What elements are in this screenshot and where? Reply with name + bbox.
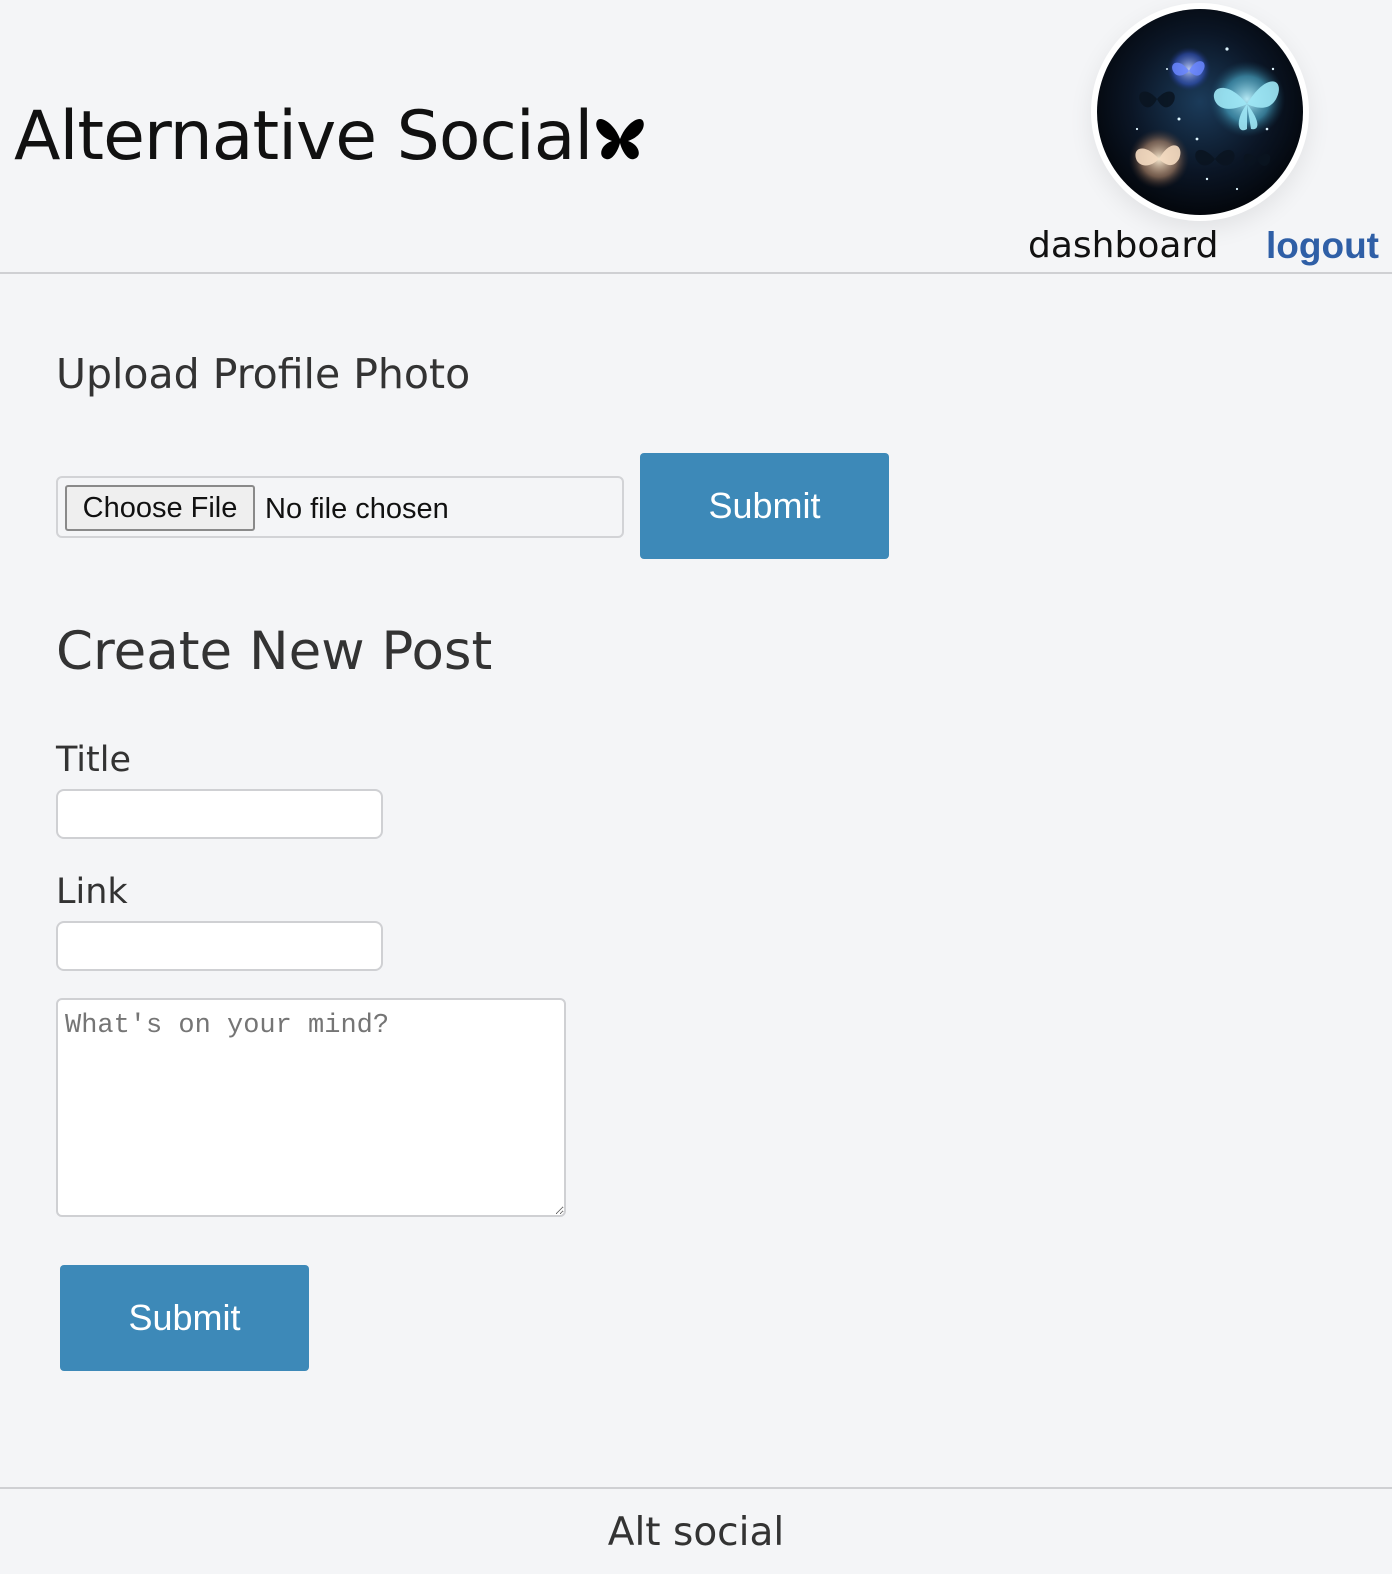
post-body-textarea[interactable] <box>56 998 566 1217</box>
site-title: Alternative Social <box>14 92 646 182</box>
footer-text: Alt social <box>607 1510 785 1555</box>
site-title-text: Alternative Social <box>14 97 593 176</box>
create-post-submit-button[interactable]: Submit <box>60 1265 309 1371</box>
title-label: Title <box>56 740 132 780</box>
upload-photo-heading: Upload Profile Photo <box>56 350 471 398</box>
profile-photo-file-input[interactable]: Choose File No file chosen <box>56 476 624 538</box>
link-input[interactable] <box>56 921 383 971</box>
choose-file-button[interactable]: Choose File <box>65 485 255 531</box>
nav-dashboard-link[interactable]: dashboard <box>1028 222 1218 270</box>
site-header: Alternative Social dashboard logout <box>0 0 1392 274</box>
butterfly-avatar-art <box>1129 47 1285 191</box>
site-footer: Alt social <box>0 1487 1392 1574</box>
nav-logout-link[interactable]: logout <box>1266 222 1379 270</box>
file-status-text: No file chosen <box>265 493 449 525</box>
avatar-image <box>1097 9 1303 215</box>
top-nav: dashboard logout <box>1020 222 1392 270</box>
upload-photo-submit-button[interactable]: Submit <box>640 453 889 559</box>
avatar[interactable] <box>1091 3 1309 221</box>
link-label: Link <box>56 872 128 912</box>
butterfly-icon <box>596 119 645 160</box>
title-input[interactable] <box>56 789 383 839</box>
create-post-heading: Create New Post <box>56 621 493 682</box>
page: Alternative Social dashboard logout Uplo… <box>0 0 1392 1574</box>
